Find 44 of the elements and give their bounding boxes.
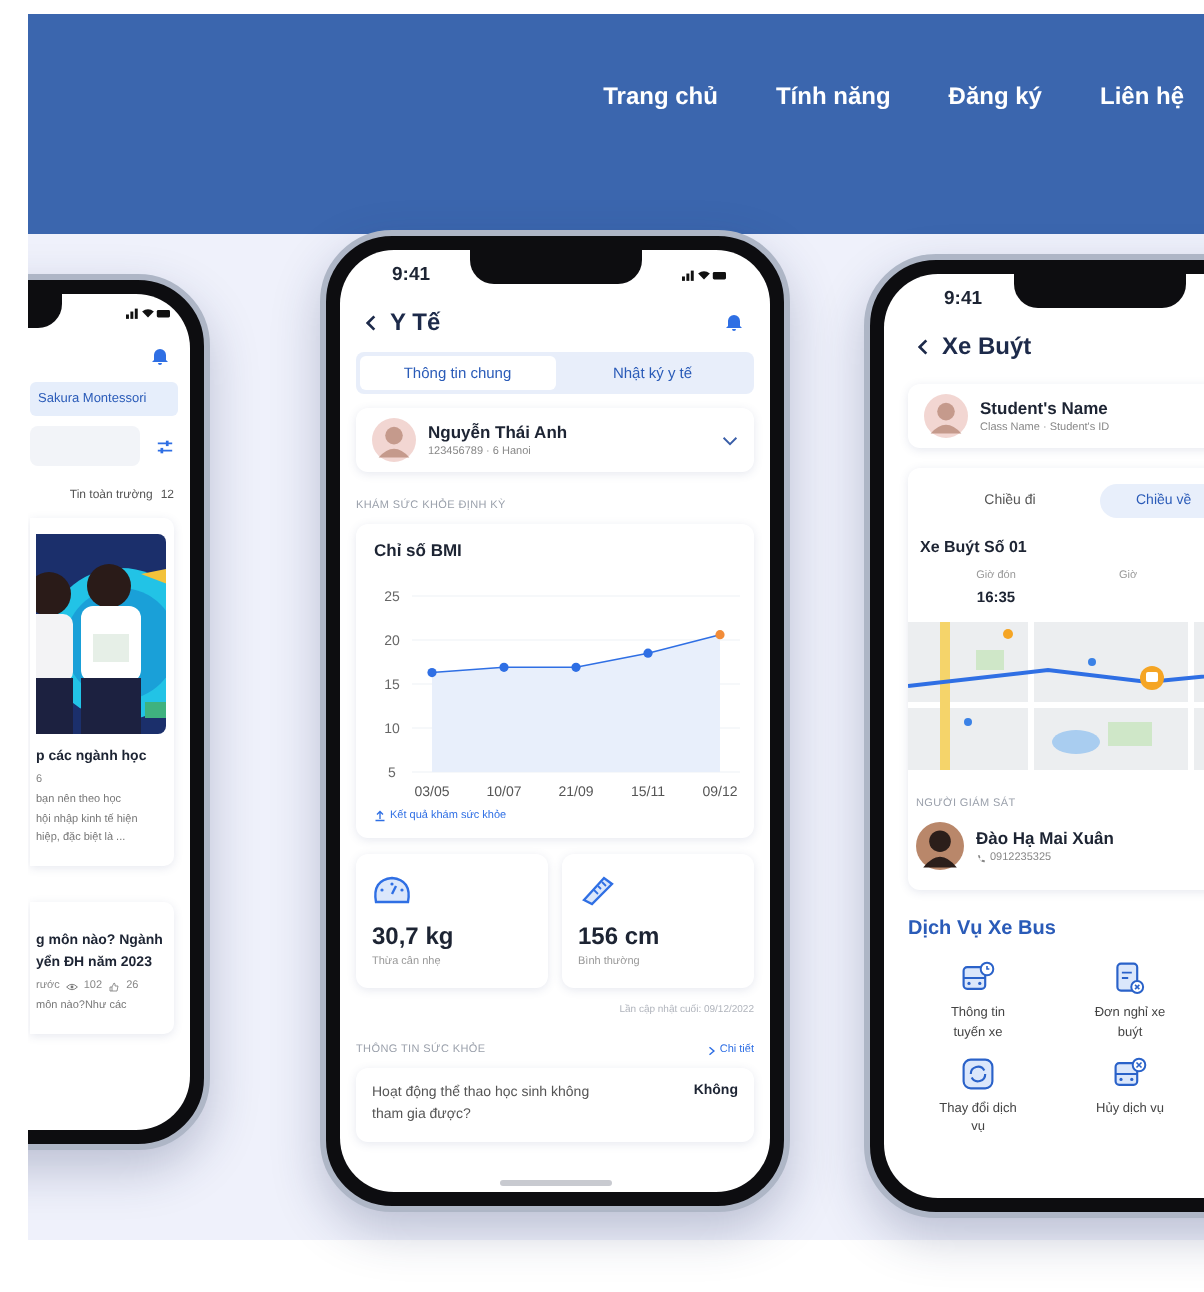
thumbs-up-icon: [108, 981, 121, 992]
back-icon[interactable]: [366, 313, 376, 331]
bell-icon[interactable]: [724, 312, 744, 332]
bell-icon[interactable]: [150, 346, 170, 366]
chart-point: [427, 667, 437, 678]
status-icons: [682, 267, 726, 281]
chart-point: [499, 662, 509, 672]
home-indicator: [499, 1180, 611, 1186]
page-title: Xe Buýt: [942, 332, 1032, 360]
scale-icon: [372, 874, 412, 906]
page-title: Y Tế: [390, 308, 441, 336]
chart-point: [571, 662, 581, 672]
nav-link[interactable]: Liên hệ: [1099, 82, 1184, 110]
student-name: Nguyễn Thái Anh: [428, 422, 568, 442]
chevron-right-icon: [707, 1045, 716, 1055]
eye-icon: [65, 981, 78, 992]
upload-icon: [374, 810, 386, 822]
avatar-icon: [916, 822, 964, 870]
chart-point: [643, 648, 653, 658]
avatar-icon: [372, 418, 416, 462]
section-title: Dịch Vụ Xe Bus: [908, 918, 1058, 940]
chart-title: Chỉ số BMI: [374, 540, 464, 560]
chart-point: [715, 630, 725, 640]
form-icon: [1112, 960, 1148, 996]
nav-link[interactable]: Đăng ký: [948, 82, 1042, 110]
filter-icon[interactable]: [156, 437, 174, 455]
nav-link[interactable]: Tính năng: [775, 82, 891, 110]
avatar-icon: [924, 394, 968, 438]
student-name: Student's Name: [980, 398, 1110, 418]
phone-icon: [976, 853, 986, 863]
status-time: 9:41: [944, 287, 983, 309]
stat-value: 156 cm: [578, 922, 662, 950]
nav-link[interactable]: Trang chủ: [603, 82, 718, 110]
bus-icon: [960, 960, 996, 996]
chevron-down-icon[interactable]: [722, 435, 738, 445]
ruler-icon: [578, 874, 618, 906]
back-icon[interactable]: [918, 337, 928, 355]
refresh-icon: [960, 1055, 996, 1091]
status-time: 9:41: [392, 263, 431, 285]
stat-value: 30,7 kg: [372, 922, 456, 950]
supervisor-name: Đào Hạ Mai Xuân: [976, 828, 1114, 848]
bus-icon: [1112, 1055, 1148, 1091]
bus-name: Xe Buýt Số 01: [920, 538, 1029, 556]
status-icons: [126, 306, 170, 320]
